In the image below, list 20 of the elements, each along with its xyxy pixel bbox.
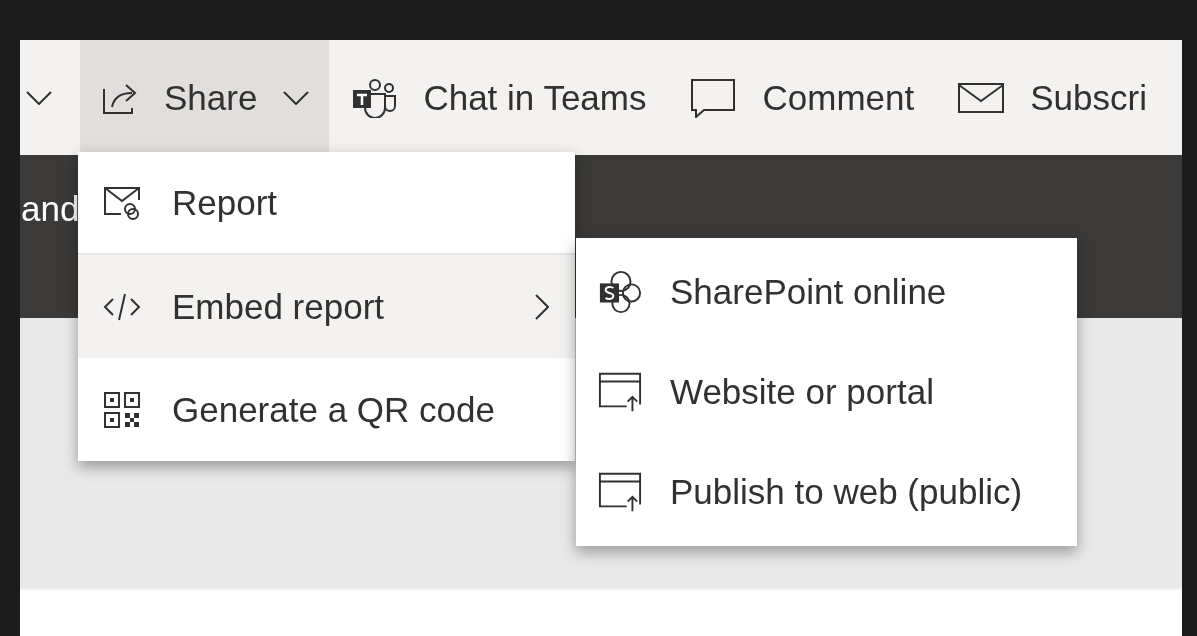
window-upload-icon (598, 471, 642, 513)
sharepoint-icon (598, 269, 642, 315)
qr-code-icon (104, 391, 140, 428)
toolbar-button[interactable]: Chat in Teams (329, 40, 669, 155)
speech-bubble-icon (690, 77, 737, 118)
code-icon (103, 291, 141, 322)
menu-item[interactable]: Website or portal (576, 342, 1077, 442)
toolbar-button[interactable]: Share (80, 40, 330, 155)
toolbar-button[interactable]: Comment (668, 40, 937, 155)
menu-item[interactable]: Embed report (78, 255, 575, 358)
toolbar-button[interactable]: Subscri (936, 40, 1169, 155)
banner-text: and (20, 189, 80, 229)
envelope-icon (958, 82, 1005, 113)
chevron-down-icon (26, 90, 52, 105)
menu-item[interactable]: Generate a QR code (78, 358, 575, 461)
window-upload-icon (598, 371, 642, 413)
envelope-link-icon (103, 185, 141, 220)
menu-item[interactable]: Publish to web (public) (576, 442, 1077, 542)
menu-item[interactable]: SharePoint online (576, 242, 1077, 342)
teams-icon (351, 77, 398, 118)
